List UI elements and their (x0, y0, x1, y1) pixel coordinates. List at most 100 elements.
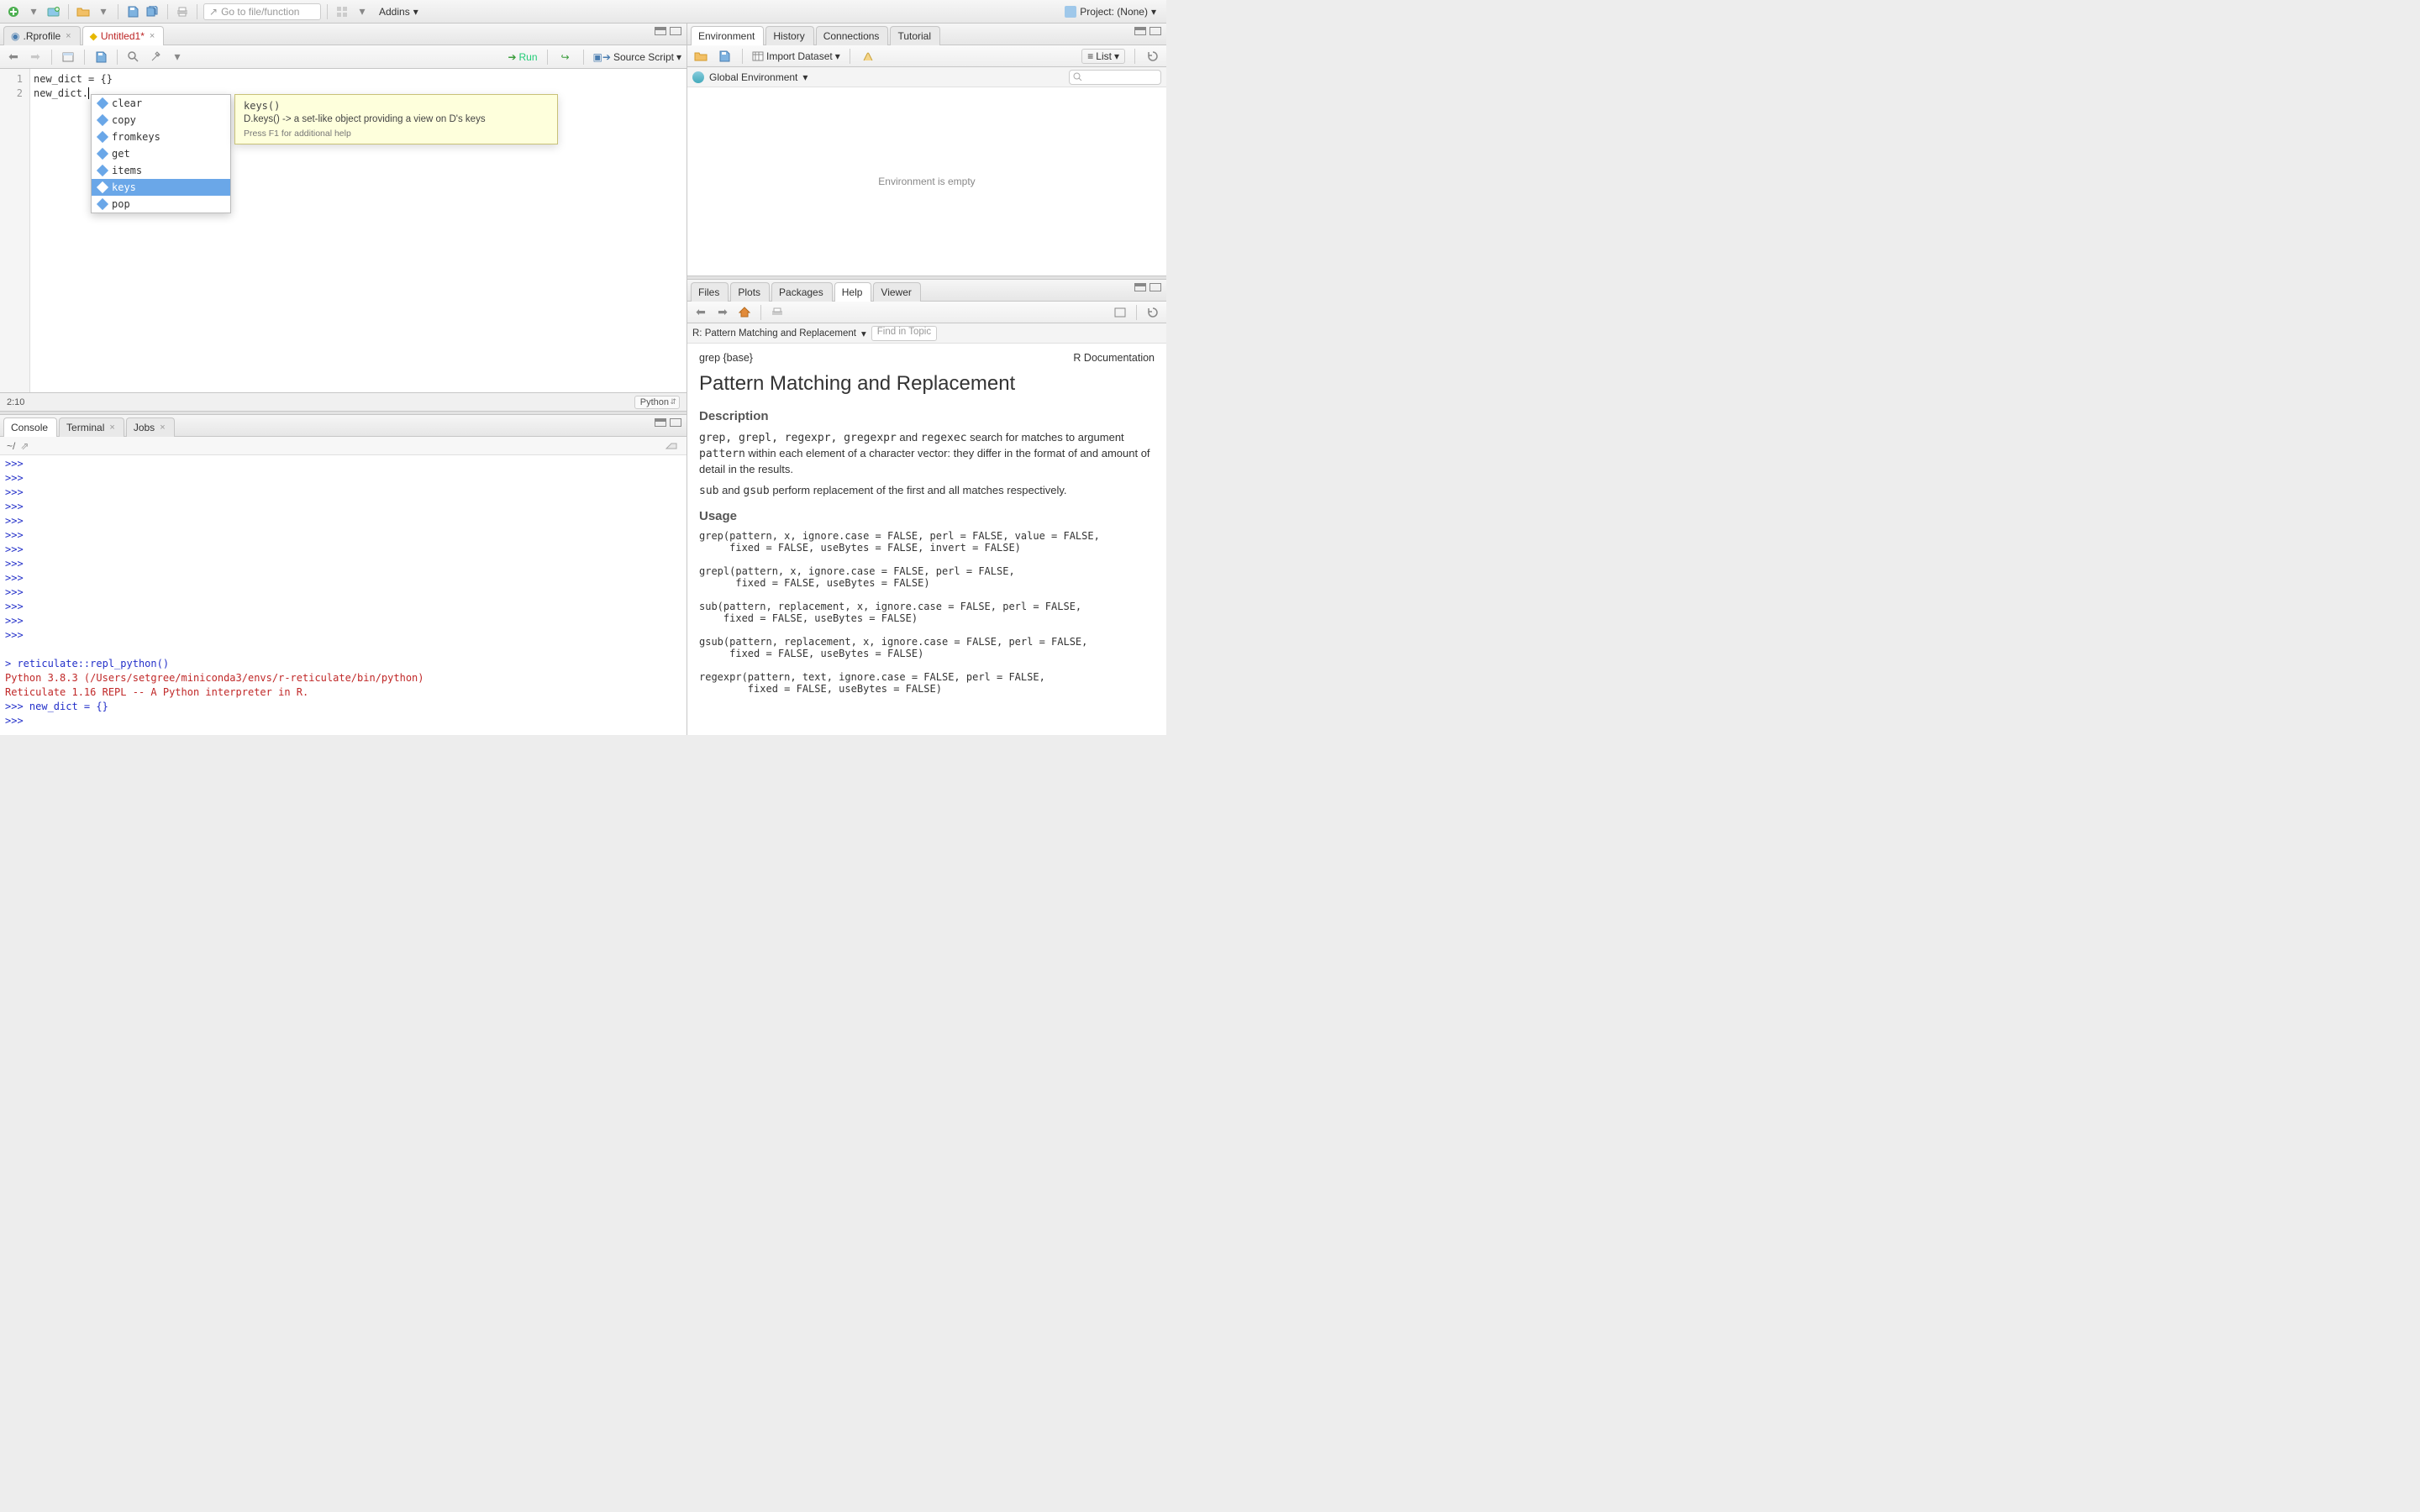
chevron-down-icon[interactable]: ▾ (802, 71, 808, 83)
autocomplete-item[interactable]: clear (92, 95, 230, 112)
open-file-button[interactable] (75, 3, 92, 20)
tab-files[interactable]: Files (691, 282, 729, 302)
code-editor[interactable]: 1 2 new_dict = {} new_dict. clearcopyfro… (0, 69, 687, 392)
show-in-new-window-button[interactable] (60, 49, 76, 66)
autocomplete-item[interactable]: keys (92, 179, 230, 196)
tab-untitled1[interactable]: ◆ Untitled1* × (82, 26, 165, 45)
refresh-button[interactable] (1144, 48, 1161, 65)
source-script-button[interactable]: ▣➔ Source Script ▾ (593, 51, 681, 63)
forward-button[interactable]: ➡ (27, 49, 44, 66)
maximize-pane-icon[interactable] (1150, 27, 1161, 35)
console-line: >>> (5, 543, 681, 557)
maximize-pane-icon[interactable] (670, 27, 681, 35)
save-button[interactable] (124, 3, 141, 20)
autocomplete-item[interactable]: copy (92, 112, 230, 129)
autocomplete-item[interactable]: pop (92, 196, 230, 213)
close-icon[interactable]: × (160, 423, 165, 433)
tab-help[interactable]: Help (834, 282, 872, 302)
tab-tutorial[interactable]: Tutorial (890, 26, 940, 45)
load-workspace-button[interactable] (692, 48, 709, 65)
tab-label: Jobs (134, 422, 155, 433)
tab-packages[interactable]: Packages (771, 282, 833, 302)
refresh-button[interactable] (1144, 304, 1161, 321)
minimize-pane-icon[interactable] (655, 27, 666, 35)
grid-button[interactable] (334, 3, 350, 20)
maximize-pane-icon[interactable] (670, 418, 681, 427)
close-icon[interactable]: × (109, 423, 114, 433)
tab-label: Tutorial (897, 30, 931, 42)
new-project-button[interactable] (45, 3, 62, 20)
autocomplete-label: clear (112, 97, 142, 109)
dropdown-icon[interactable]: ▾ (169, 49, 186, 66)
autocomplete-popup[interactable]: clear copyfromkeysget items keyspop (91, 94, 231, 213)
goto-dir-icon[interactable]: ⇗ (20, 440, 29, 452)
language-selector[interactable]: Python (634, 396, 680, 409)
tab-label: History (773, 30, 804, 42)
help-nav-toolbar: ⬅ ➡ (687, 302, 1166, 323)
autocomplete-label: items (112, 165, 142, 176)
console-line: >>> (5, 528, 681, 543)
project-selector[interactable]: Project: (None) ▾ (1060, 6, 1161, 18)
close-icon[interactable]: × (150, 31, 155, 41)
minimize-pane-icon[interactable] (1134, 283, 1146, 291)
new-file-button[interactable] (5, 3, 22, 20)
show-in-new-window-button[interactable] (1112, 304, 1128, 321)
clear-console-button[interactable] (663, 438, 680, 454)
console-tabs: Console Terminal× Jobs × (0, 415, 687, 437)
help-content[interactable]: grep {base} R Documentation Pattern Matc… (687, 344, 1166, 735)
dropdown-icon[interactable]: ▾ (95, 3, 112, 20)
find-replace-button[interactable] (125, 49, 142, 66)
save-all-button[interactable] (145, 3, 161, 20)
tab-console[interactable]: Console (3, 417, 57, 437)
help-breadcrumb[interactable]: R: Pattern Matching and Replacement (692, 328, 856, 339)
tab-jobs[interactable]: Jobs × (126, 417, 175, 437)
line-number: 2 (0, 87, 29, 101)
environment-body: Environment is empty (687, 87, 1166, 276)
find-in-topic-input[interactable]: Find in Topic (871, 326, 937, 341)
save-button[interactable] (92, 49, 109, 66)
tab-viewer[interactable]: Viewer (873, 282, 920, 302)
environment-search[interactable] (1069, 70, 1161, 85)
scope-label[interactable]: Global Environment (709, 71, 797, 83)
import-dataset-button[interactable]: Import Dataset ▾ (752, 50, 840, 62)
goto-file-function-input[interactable]: ↗ Go to file/function (203, 3, 321, 20)
maximize-pane-icon[interactable] (1150, 283, 1161, 291)
clear-objects-button[interactable] (860, 48, 876, 65)
run-arrow-icon: ➔ (508, 51, 516, 63)
autocomplete-item[interactable]: items (92, 162, 230, 179)
section-heading: Usage (699, 509, 1155, 523)
tab-terminal[interactable]: Terminal× (59, 417, 124, 437)
tab-plots[interactable]: Plots (730, 282, 770, 302)
tab-history[interactable]: History (765, 26, 813, 45)
minimize-pane-icon[interactable] (655, 418, 666, 427)
chevron-down-icon[interactable]: ▾ (861, 328, 866, 339)
dropdown-icon[interactable]: ▾ (354, 3, 371, 20)
rerun-button[interactable]: ↪ (557, 49, 574, 66)
source-icon: ▣➔ (593, 51, 611, 63)
back-button[interactable]: ⬅ (692, 304, 709, 321)
code-tools-button[interactable] (147, 49, 164, 66)
environment-scope-bar: Global Environment ▾ (687, 67, 1166, 87)
home-button[interactable] (736, 304, 753, 321)
usage-codeblock: grep(pattern, x, ignore.case = FALSE, pe… (699, 530, 1155, 695)
forward-button[interactable]: ➡ (714, 304, 731, 321)
tab-environment[interactable]: Environment (691, 26, 764, 45)
minimize-pane-icon[interactable] (1134, 27, 1146, 35)
print-button[interactable] (769, 304, 786, 321)
help-head-left: grep {base} (699, 352, 753, 364)
console-line: Python 3.8.3 (/Users/setgree/miniconda3/… (5, 671, 681, 685)
autocomplete-item[interactable]: fromkeys (92, 129, 230, 145)
view-mode-selector[interactable]: ≡ List ▾ (1081, 49, 1125, 64)
tab-connections[interactable]: Connections (816, 26, 889, 45)
run-button[interactable]: ➔ Run (508, 51, 537, 63)
console-output[interactable]: >>> >>> >>> >>> >>> >>> >>> >>> >>> >>> … (0, 455, 687, 735)
tab-rprofile[interactable]: ◉ .Rprofile × (3, 26, 81, 45)
autocomplete-item[interactable]: get (92, 145, 230, 162)
console-line: >>> new_dict = {} (5, 700, 681, 714)
print-button[interactable] (174, 3, 191, 20)
close-icon[interactable]: × (66, 31, 71, 41)
addins-menu[interactable]: Addins ▾ (374, 6, 424, 18)
save-workspace-button[interactable] (716, 48, 733, 65)
back-button[interactable]: ⬅ (5, 49, 22, 66)
dropdown-icon[interactable]: ▾ (25, 3, 42, 20)
